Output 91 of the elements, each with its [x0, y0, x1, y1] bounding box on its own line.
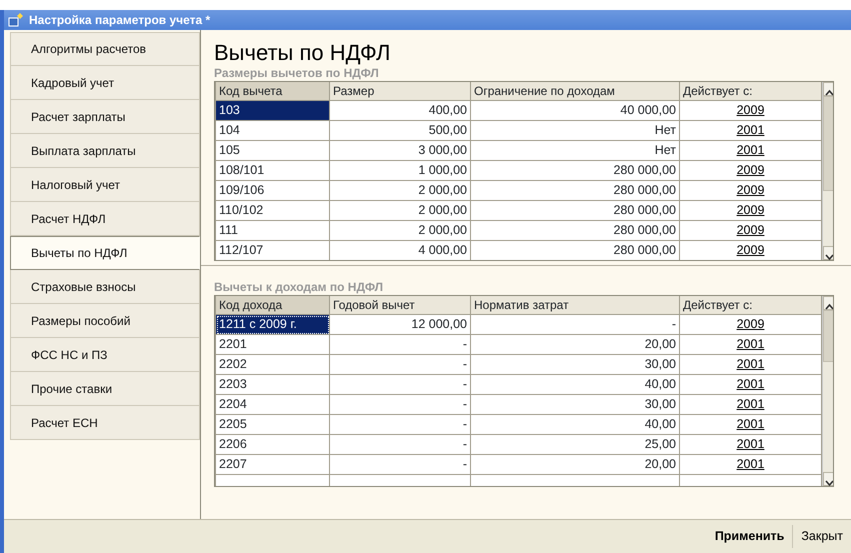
year-link[interactable]: 2009	[736, 243, 764, 258]
scrollbar[interactable]	[822, 82, 833, 260]
table-cell: 2201	[216, 334, 330, 354]
table-cell: 30,00	[470, 394, 680, 414]
table-cell: 500,00	[330, 120, 470, 140]
table-cell: 3 000,00	[330, 140, 470, 160]
table-cell: 103	[216, 100, 330, 120]
year-link[interactable]: 2001	[736, 377, 764, 392]
table-cell: 2206	[216, 434, 330, 454]
table-cell: 280 000,00	[470, 220, 680, 240]
table-cell: 40,00	[470, 374, 680, 394]
year-link[interactable]: 2009	[736, 103, 764, 118]
column-header[interactable]: Код дохода	[216, 296, 330, 314]
table-cell: 1211 с 2009 г.	[216, 314, 330, 334]
column-header[interactable]: Годовой вычет	[330, 296, 470, 314]
section-title: Размеры вычетов по НДФЛ	[214, 66, 380, 80]
table-cell: -	[330, 454, 470, 474]
year-link[interactable]: 2009	[736, 183, 764, 198]
table-cell: 2202	[216, 354, 330, 374]
table-cell: 280 000,00	[470, 200, 680, 220]
table-cell: 2204	[216, 394, 330, 414]
table-cell: 12 000,00	[330, 314, 470, 334]
year-link[interactable]: 2001	[736, 143, 764, 158]
table-cell: -	[330, 334, 470, 354]
column-header[interactable]: Норматив затрат	[470, 296, 680, 314]
tab[interactable]: Расчет НДФЛ	[10, 202, 200, 236]
section-title: Вычеты к доходам по НДФЛ	[214, 280, 384, 294]
tab[interactable]: Расчет зарплаты	[10, 100, 200, 134]
settings-icon	[8, 13, 24, 27]
column-header[interactable]: Действует с:	[680, 82, 822, 100]
table-cell: 111	[216, 220, 330, 240]
table-cell: 2 000,00	[330, 220, 470, 240]
tab[interactable]: Налоговый учет	[10, 168, 200, 202]
table-cell: 110/102	[216, 200, 330, 220]
table-cell: 108/101	[216, 160, 330, 180]
table-cell: 20,00	[470, 334, 680, 354]
year-link[interactable]: 2001	[736, 437, 764, 452]
table-cell: 2207	[216, 454, 330, 474]
table-cell: -	[330, 434, 470, 454]
table-cell: -	[330, 354, 470, 374]
year-link[interactable]: 2009	[736, 223, 764, 238]
tab[interactable]: Выплата зарплаты	[10, 134, 200, 168]
tab[interactable]: ФСС НС и ПЗ	[10, 338, 200, 372]
scrollbar[interactable]	[822, 296, 833, 486]
table-cell: 109/106	[216, 180, 330, 200]
table-cell: -	[330, 374, 470, 394]
year-link[interactable]: 2001	[736, 337, 764, 352]
tab[interactable]: Расчет ЕСН	[10, 406, 200, 440]
table-cell: Нет	[470, 120, 680, 140]
column-header[interactable]: Действует с:	[680, 296, 822, 314]
table-cell: 25,00	[470, 434, 680, 454]
year-link[interactable]: 2001	[736, 397, 764, 412]
column-header[interactable]: Размер	[330, 82, 470, 100]
year-link[interactable]: 2009	[736, 203, 764, 218]
table-cell: 2203	[216, 374, 330, 394]
table-cell: 400,00	[330, 100, 470, 120]
year-link[interactable]: 2001	[736, 123, 764, 138]
table-cell: 1 000,00	[330, 160, 470, 180]
tab[interactable]: Страховые взносы	[10, 270, 200, 304]
table-cell: -	[330, 394, 470, 414]
page-heading: Вычеты по НДФЛ	[214, 40, 392, 66]
table-cell: 280 000,00	[470, 180, 680, 200]
table-cell: Нет	[470, 140, 680, 160]
table-cell: -	[470, 314, 680, 334]
table-cell: -	[330, 414, 470, 434]
year-link[interactable]: 2009	[736, 163, 764, 178]
close-button[interactable]: Закрыт	[792, 525, 851, 548]
table-cell: 104	[216, 120, 330, 140]
tab[interactable]: Вычеты по НДФЛ	[10, 236, 200, 270]
year-link[interactable]: 2009	[736, 317, 764, 332]
column-header[interactable]: Ограничение по доходам	[470, 82, 680, 100]
year-link[interactable]: 2001	[736, 417, 764, 432]
tab[interactable]: Размеры пособий	[10, 304, 200, 338]
table-cell: 30,00	[470, 354, 680, 374]
table-cell: 112/107	[216, 240, 330, 260]
table-cell: 2 000,00	[330, 200, 470, 220]
window-title: Настройка параметров учета *	[29, 12, 212, 29]
table-cell: 40 000,00	[470, 100, 680, 120]
tab[interactable]: Алгоритмы расчетов	[10, 32, 200, 66]
table-cell: 2 000,00	[330, 180, 470, 200]
column-header[interactable]: Код вычета	[216, 82, 330, 100]
table-cell: 20,00	[470, 454, 680, 474]
table-cell: 280 000,00	[470, 160, 680, 180]
tab[interactable]: Кадровый учет	[10, 66, 200, 100]
year-link[interactable]: 2001	[736, 357, 764, 372]
tab[interactable]: Прочие ставки	[10, 372, 200, 406]
apply-button[interactable]: Применить	[706, 525, 792, 548]
table-cell: 40,00	[470, 414, 680, 434]
year-link[interactable]: 2001	[736, 457, 764, 472]
table-cell: 105	[216, 140, 330, 160]
table-cell: 2205	[216, 414, 330, 434]
